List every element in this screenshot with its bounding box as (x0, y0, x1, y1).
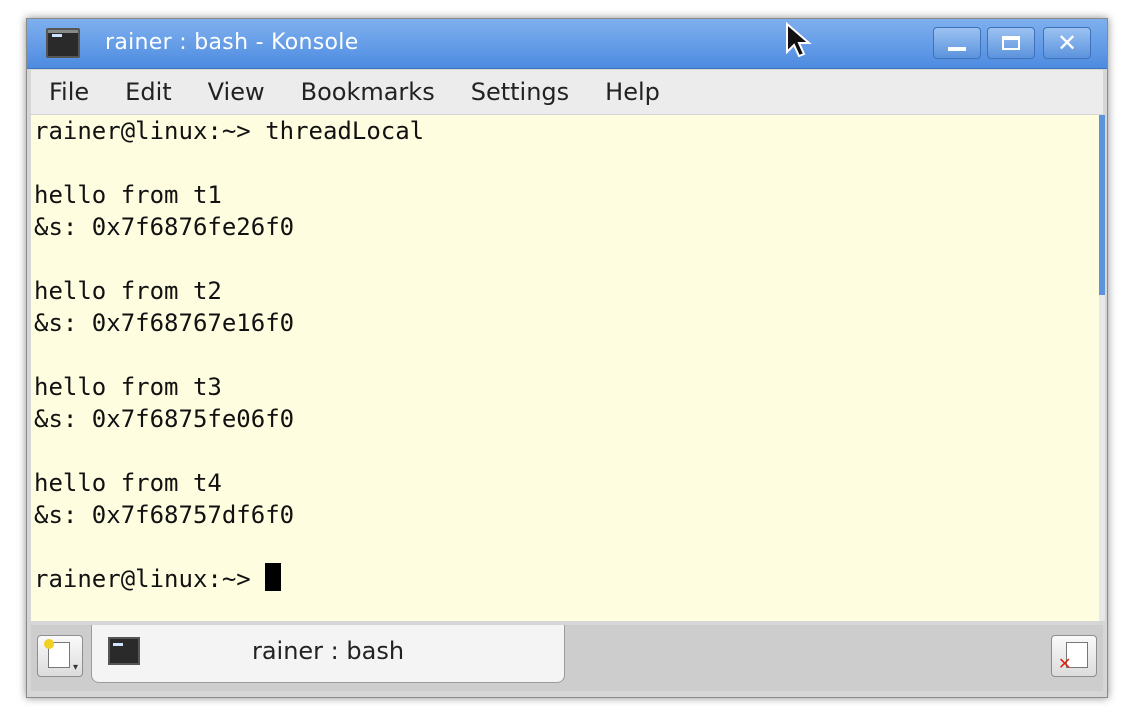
tab-rainer-bash[interactable]: rainer : bash (91, 625, 565, 683)
menu-settings[interactable]: Settings (453, 70, 587, 114)
terminal-lines: rainer@linux:~> threadLocal hello from t… (31, 115, 1099, 595)
menu-view[interactable]: View (190, 70, 283, 114)
minimize-icon (934, 28, 980, 58)
konsole-window: rainer : bash - Konsole ✕ File Edit View… (26, 18, 1108, 698)
new-tab-button[interactable]: ▾ (37, 635, 83, 677)
terminal-line: hello from t3 (34, 373, 222, 401)
menu-file[interactable]: File (31, 70, 107, 114)
terminal-icon[interactable] (46, 28, 80, 58)
terminal-line: hello from t2 (34, 277, 222, 305)
terminal-prompt: rainer@linux:~> (34, 565, 266, 593)
close-tab-button[interactable]: ✕ (1051, 635, 1097, 677)
new-tab-star-icon (44, 639, 54, 649)
close-x-icon: ✕ (1058, 654, 1072, 673)
terminal-line: &s: 0x7f68767e16f0 (34, 309, 295, 337)
maximize-button[interactable] (987, 27, 1035, 59)
terminal-prompt-line: rainer@linux:~> (34, 563, 1099, 595)
scrollbar-thumb[interactable] (1099, 115, 1105, 295)
maximize-icon (988, 28, 1034, 58)
window-title: rainer : bash - Konsole (105, 30, 359, 55)
terminal-line: hello from t1 (34, 181, 222, 209)
chevron-down-icon: ▾ (72, 662, 78, 673)
terminal-output[interactable]: rainer@linux:~> threadLocal hello from t… (31, 115, 1099, 621)
menu-bar: File Edit View Bookmarks Settings Help (31, 70, 1103, 114)
tab-label: rainer : bash (251, 637, 405, 665)
title-bar[interactable]: rainer : bash - Konsole ✕ (27, 19, 1107, 69)
menu-help[interactable]: Help (587, 70, 678, 114)
close-button[interactable]: ✕ (1043, 27, 1091, 59)
close-icon: ✕ (1056, 29, 1078, 57)
terminal-line: hello from t4 (34, 469, 222, 497)
minimize-button[interactable] (933, 27, 981, 59)
terminal-line: &s: 0x7f68757df6f0 (34, 501, 295, 529)
tab-bar: ▾ rainer : bash ✕ (31, 625, 1103, 691)
menu-bookmarks[interactable]: Bookmarks (283, 70, 453, 114)
terminal-line: rainer@linux:~> threadLocal (34, 117, 425, 145)
terminal-line: &s: 0x7f6876fe26f0 (34, 213, 295, 241)
text-cursor (265, 563, 282, 591)
mouse-pointer-icon (786, 22, 812, 58)
menu-edit[interactable]: Edit (107, 70, 189, 114)
terminal-line: &s: 0x7f6875fe06f0 (34, 405, 295, 433)
